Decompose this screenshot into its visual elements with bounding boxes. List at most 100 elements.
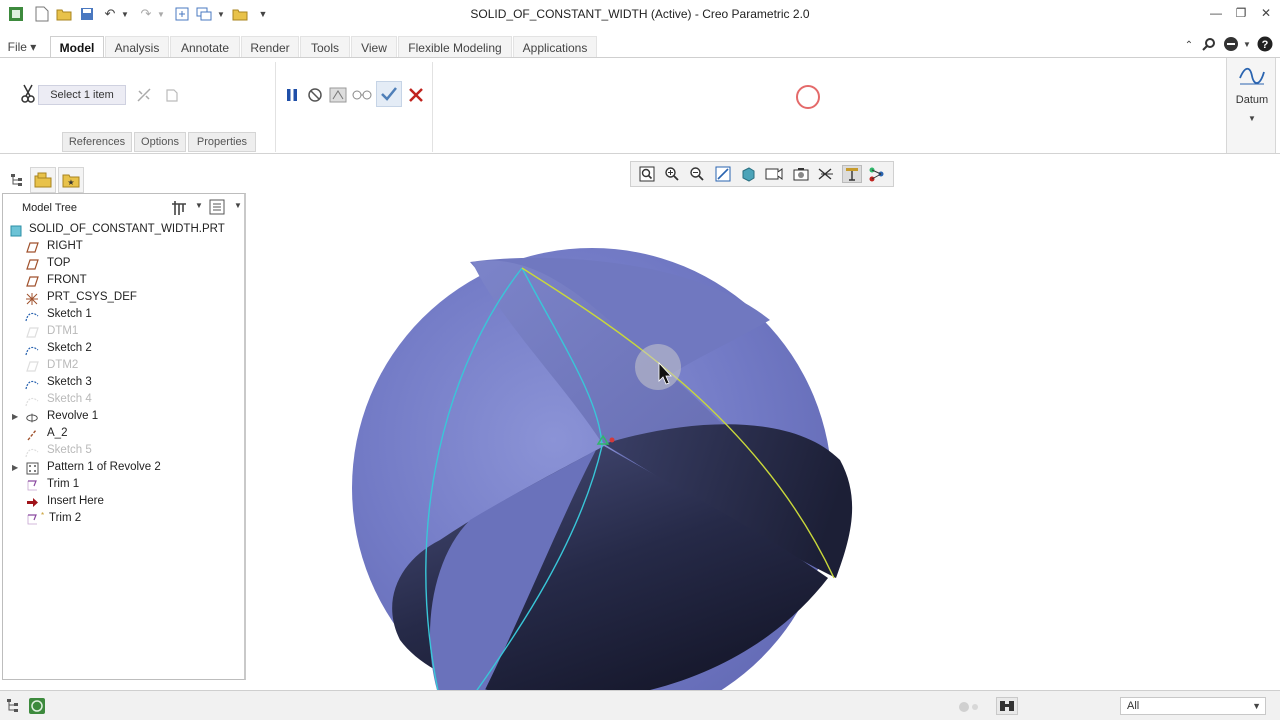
datum-plane-icon xyxy=(25,258,39,271)
selection-filter[interactable]: All ▼ xyxy=(1120,697,1266,715)
graphics-window[interactable] xyxy=(248,155,1280,690)
tab-file[interactable]: File ▾ xyxy=(2,36,42,58)
tree-item-label: TOP xyxy=(47,257,71,269)
tree-item-insert-here[interactable]: Insert Here xyxy=(3,494,243,511)
display-style-icon[interactable] xyxy=(738,165,758,183)
datum-dropdown-icon[interactable]: ▼ xyxy=(1227,114,1277,123)
zoom-in-icon[interactable] xyxy=(662,165,682,183)
spin-center-icon[interactable] xyxy=(867,165,887,183)
show-navigator-icon[interactable] xyxy=(6,698,24,714)
no-preview-icon[interactable] xyxy=(305,85,325,105)
flip-direction-icon[interactable] xyxy=(134,85,154,105)
tree-item-sketch-1[interactable]: Sketch 1 xyxy=(3,307,243,324)
verify-glasses-icon[interactable] xyxy=(351,85,373,105)
sketch-icon xyxy=(25,377,39,390)
zoom-out-icon[interactable] xyxy=(687,165,707,183)
pattern-icon xyxy=(25,462,39,475)
find-binoculars-icon[interactable] xyxy=(996,697,1018,715)
tree-item-sketch-4[interactable]: Sketch 4 xyxy=(3,392,243,409)
search-icon[interactable] xyxy=(1200,35,1218,53)
tab-references[interactable]: References xyxy=(62,132,132,152)
trim-icon xyxy=(25,479,39,492)
show-dropdown-icon[interactable]: ▼ xyxy=(234,201,242,210)
tab-view[interactable]: View xyxy=(351,36,397,58)
tree-item-label: Sketch 2 xyxy=(47,342,92,354)
tree-item-label: Sketch 1 xyxy=(47,308,92,320)
tree-settings-icon[interactable] xyxy=(170,199,190,217)
vertex-point xyxy=(609,437,615,443)
tree-item-revolve-1[interactable]: ▶ Revolve 1 xyxy=(3,409,243,426)
tab-annotate[interactable]: Annotate xyxy=(170,36,240,58)
trim-object-collector[interactable]: Select 1 item xyxy=(38,85,126,105)
model-tree-header: Model Tree ▼ ▼ xyxy=(3,194,245,220)
tree-item-label: Sketch 3 xyxy=(47,376,92,388)
folder-browser-tab-icon[interactable] xyxy=(30,167,56,193)
datum-label: Datum xyxy=(1235,94,1269,106)
saved-views-icon[interactable] xyxy=(764,165,784,183)
minimize-ribbon-icon[interactable]: ⌃ xyxy=(1182,36,1196,54)
axis-icon xyxy=(25,428,39,441)
sketch-icon xyxy=(25,343,39,356)
scissors-icon xyxy=(18,84,38,104)
tab-analysis[interactable]: Analysis xyxy=(105,36,169,58)
cancel-x-button[interactable] xyxy=(405,85,427,105)
tree-item-label: Insert Here xyxy=(47,495,104,507)
tree-root-label: SOLID_OF_CONSTANT_WIDTH.PRT xyxy=(29,223,225,235)
tab-applications[interactable]: Applications xyxy=(513,36,597,58)
window-title: SOLID_OF_CONSTANT_WIDTH (Active) - Creo … xyxy=(470,7,810,21)
tree-item-top[interactable]: TOP xyxy=(3,256,243,273)
model-tree-tab-icon[interactable] xyxy=(4,167,30,193)
tree-item-trim-1[interactable]: Trim 1 xyxy=(3,477,243,494)
tree-root[interactable]: SOLID_OF_CONSTANT_WIDTH.PRT xyxy=(3,222,243,239)
model-tree: SOLID_OF_CONSTANT_WIDTH.PRT RIGHT TOP FRON… xyxy=(3,222,243,528)
cursor-highlight xyxy=(635,344,681,390)
show-browser-icon[interactable] xyxy=(28,697,46,715)
community-dropdown-icon[interactable]: ▼ xyxy=(1242,35,1252,53)
tab-render[interactable]: Render xyxy=(241,36,299,58)
repaint-icon[interactable] xyxy=(713,165,733,183)
tree-item-sketch-3[interactable]: Sketch 3 xyxy=(3,375,243,392)
expand-arrow-icon[interactable]: ▶ xyxy=(12,412,22,422)
thicken-icon[interactable] xyxy=(162,85,182,105)
tab-properties[interactable]: Properties xyxy=(188,132,256,152)
tree-item-prt-csys-def[interactable]: PRT_CSYS_DEF xyxy=(3,290,243,307)
favorites-tab-icon[interactable]: ★ xyxy=(58,167,84,193)
help-icon[interactable]: ? xyxy=(1256,35,1274,53)
minimize-icon[interactable]: — xyxy=(1206,6,1226,22)
close-icon[interactable]: ✕ xyxy=(1256,6,1276,22)
datum-display-icon[interactable] xyxy=(816,165,836,183)
tree-item-front[interactable]: FRONT xyxy=(3,273,243,290)
tree-item-sketch-2[interactable]: Sketch 2 xyxy=(3,341,243,358)
tree-item-right[interactable]: RIGHT xyxy=(3,239,243,256)
annotation-display-icon[interactable] xyxy=(842,165,862,183)
tree-settings-dropdown-icon[interactable]: ▼ xyxy=(195,201,203,210)
community-icon[interactable] xyxy=(1222,35,1240,53)
trim-icon xyxy=(25,513,39,526)
tab-tools[interactable]: Tools xyxy=(300,36,350,58)
model-tree-panel: Model Tree ▼ ▼ SOLID_OF_CONSTANT_WIDTH.P… xyxy=(2,193,246,680)
preview-icon[interactable] xyxy=(327,85,349,105)
tree-item-a-2[interactable]: A_2 xyxy=(3,426,243,443)
tab-model[interactable]: Model xyxy=(50,36,104,58)
tab-options[interactable]: Options xyxy=(134,132,186,152)
active-feature-marker: * xyxy=(41,511,45,520)
tab-flexible-modeling[interactable]: Flexible Modeling xyxy=(398,36,512,58)
group-separator xyxy=(275,62,276,152)
navigator-tabs: ★ xyxy=(2,167,246,193)
tree-item-pattern-1-of-revolve-2[interactable]: ▶ Pattern 1 of Revolve 2 xyxy=(3,460,243,477)
expand-arrow-icon[interactable]: ▶ xyxy=(12,463,22,473)
model-tree-title: Model Tree xyxy=(22,202,78,214)
view-manager-icon[interactable] xyxy=(791,165,811,183)
tree-item-sketch-5[interactable]: Sketch 5 xyxy=(3,443,243,460)
restore-icon[interactable]: ❐ xyxy=(1231,6,1251,22)
refit-icon[interactable] xyxy=(637,165,657,183)
datum-plane-icon xyxy=(25,326,39,339)
show-icon[interactable] xyxy=(209,199,229,217)
tree-item-dtm2[interactable]: DTM2 xyxy=(3,358,243,375)
model-3d-view[interactable] xyxy=(248,155,1280,690)
pause-icon[interactable] xyxy=(282,85,302,105)
tree-item-dtm1[interactable]: DTM1 xyxy=(3,324,243,341)
apply-check-button[interactable] xyxy=(376,81,402,107)
tree-item-trim-2[interactable]: Trim 2 * xyxy=(3,511,243,528)
datum-group[interactable]: Datum ▼ xyxy=(1226,58,1276,153)
